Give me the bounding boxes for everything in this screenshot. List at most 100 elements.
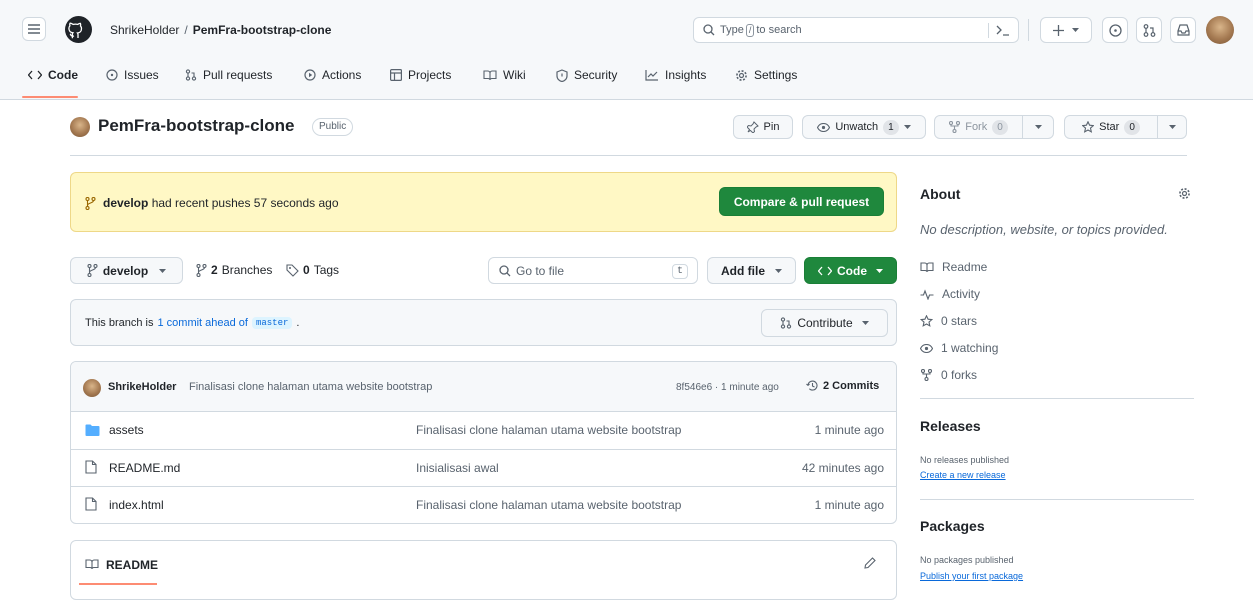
ahead-branch: master	[251, 317, 293, 329]
fork-label: Fork	[965, 121, 988, 133]
sidebar-forks[interactable]: 0 forks	[920, 368, 977, 382]
commits-link[interactable]: 2 Commits	[806, 379, 879, 392]
issues-button[interactable]	[1102, 17, 1128, 43]
tags-count: 0	[303, 263, 310, 277]
tab-security-label: Security	[574, 68, 618, 82]
gear-icon[interactable]	[1178, 187, 1191, 200]
inbox-button[interactable]	[1170, 17, 1196, 43]
graph-icon	[645, 69, 659, 81]
gear-icon	[735, 69, 748, 82]
file-row[interactable]: assets Finalisasi clone halaman utama web…	[71, 412, 896, 448]
search-suffix: to search	[756, 24, 802, 36]
book-icon	[483, 69, 497, 81]
github-logo[interactable]	[65, 16, 92, 43]
file-time: 1 minute ago	[814, 498, 884, 512]
owner-link[interactable]: ShrikeHolder	[110, 23, 179, 37]
search-divider	[988, 23, 989, 38]
shield-icon	[556, 68, 568, 82]
git-pull-request-icon	[780, 317, 792, 329]
file-name[interactable]: index.html	[109, 498, 164, 512]
caret-down-icon	[1072, 28, 1079, 32]
branches-label: Branches	[221, 263, 273, 277]
sidebar-readme[interactable]: Readme	[920, 260, 987, 274]
pull-requests-button[interactable]	[1136, 17, 1162, 43]
commit-meta[interactable]: 8f546e6 · 1 minute ago	[676, 382, 779, 393]
branches-link[interactable]: 2 Branches	[196, 263, 272, 277]
branch-select-button[interactable]: develop	[70, 257, 183, 284]
file-name[interactable]: assets	[109, 423, 144, 437]
file-commit-message[interactable]: Inisialisasi awal	[416, 461, 499, 475]
create-new-button[interactable]	[1040, 17, 1092, 43]
banner-branch[interactable]: develop	[103, 196, 148, 210]
go-to-file-key: t	[671, 264, 688, 279]
menu-button[interactable]	[22, 17, 46, 41]
sidebar-watching[interactable]: 1 watching	[920, 341, 998, 355]
readme-box: README	[70, 540, 897, 600]
publish-package-link[interactable]: Publish your first package	[920, 571, 1023, 581]
tab-settings[interactable]: Settings	[735, 68, 797, 82]
file-name[interactable]: README.md	[109, 461, 180, 475]
fork-button[interactable]: Fork 0	[934, 115, 1023, 139]
file-row[interactable]: index.html Finalisasi clone halaman utama…	[71, 486, 896, 522]
create-release-link[interactable]: Create a new release	[920, 470, 1006, 480]
table-icon	[390, 69, 402, 81]
about-description: No description, website, or topics provi…	[920, 222, 1168, 237]
tab-code[interactable]: Code	[28, 68, 78, 82]
git-branch-icon	[87, 264, 98, 277]
pencil-icon[interactable]	[864, 557, 876, 569]
releases-title[interactable]: Releases	[920, 418, 981, 434]
tab-insights[interactable]: Insights	[645, 68, 706, 82]
tab-projects[interactable]: Projects	[390, 68, 451, 82]
repo-title[interactable]: PemFra-bootstrap-clone	[98, 116, 294, 136]
tab-issues-label: Issues	[124, 68, 159, 82]
inbox-icon	[1176, 24, 1190, 36]
search-key: /	[745, 23, 755, 37]
tab-insights-label: Insights	[665, 68, 707, 82]
tab-issues[interactable]: Issues	[106, 68, 159, 82]
tab-security[interactable]: Security	[556, 68, 617, 82]
star-menu-button[interactable]	[1157, 115, 1187, 139]
repo-forked-icon	[920, 369, 933, 381]
repo-link[interactable]: PemFra-bootstrap-clone	[193, 23, 332, 37]
search-icon	[499, 264, 511, 277]
packages-none: No packages published	[920, 555, 1014, 565]
sidebar-activity[interactable]: Activity	[920, 287, 980, 301]
go-to-file-input[interactable]: Go to file t	[488, 257, 698, 284]
file-commit-message[interactable]: Finalisasi clone halaman utama website b…	[416, 498, 681, 512]
sidebar-activity-label: Activity	[942, 287, 981, 301]
file-time: 42 minutes ago	[801, 461, 884, 475]
sidebar-stars[interactable]: 0 stars	[920, 314, 977, 328]
packages-title[interactable]: Packages	[920, 518, 985, 534]
ahead-suffix: .	[296, 317, 300, 329]
sidebar-forks-label: 0 forks	[941, 368, 978, 382]
add-file-button[interactable]: Add file	[707, 257, 796, 284]
tab-projects-label: Projects	[408, 68, 452, 82]
compare-pull-request-button[interactable]: Compare & pull request	[719, 187, 884, 216]
commit-author[interactable]: ShrikeHolder	[108, 381, 176, 393]
commit-message[interactable]: Finalisasi clone halaman utama website b…	[189, 381, 432, 393]
search-prefix: Type	[720, 24, 744, 36]
fork-menu-button[interactable]	[1022, 115, 1054, 139]
file-commit-message[interactable]: Finalisasi clone halaman utama website b…	[416, 423, 681, 437]
add-file-label: Add file	[721, 263, 765, 278]
tab-pull-requests[interactable]: Pull requests	[185, 68, 272, 82]
file-row[interactable]: README.md Inisialisasi awal 42 minutes ago	[71, 449, 896, 485]
tags-link[interactable]: 0 Tags	[286, 263, 339, 277]
tab-actions[interactable]: Actions	[304, 68, 361, 82]
contribute-button[interactable]: Contribute	[761, 309, 888, 337]
unwatch-button[interactable]: Unwatch 1	[802, 115, 926, 139]
code-button[interactable]: Code	[804, 257, 897, 284]
search-input[interactable]: Type / to search	[693, 17, 1019, 43]
code-icon	[28, 70, 42, 80]
pin-button[interactable]: Pin	[733, 115, 793, 139]
command-palette-icon[interactable]	[996, 24, 1010, 36]
tab-wiki[interactable]: Wiki	[483, 68, 526, 82]
user-avatar[interactable]	[1206, 16, 1234, 44]
star-button[interactable]: Star 0	[1064, 115, 1158, 139]
commit-author-avatar[interactable]	[83, 379, 101, 397]
contribute-label: Contribute	[797, 316, 853, 330]
tab-wiki-label: Wiki	[503, 68, 526, 82]
tags-label: Tags	[313, 263, 340, 277]
ahead-link[interactable]: 1 commit ahead of	[157, 317, 248, 329]
readme-tab[interactable]: README	[106, 558, 158, 572]
